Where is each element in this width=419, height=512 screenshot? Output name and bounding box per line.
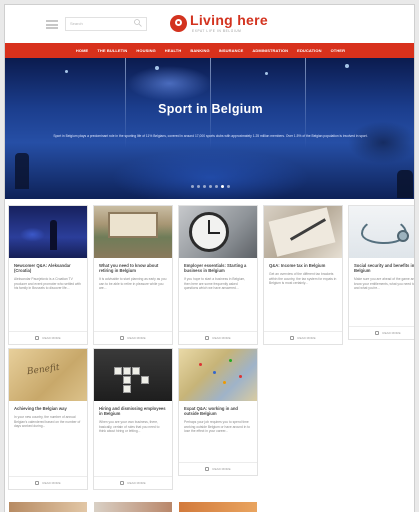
document-icon: [205, 467, 210, 471]
read-more-link[interactable]: READ MORE: [179, 331, 257, 344]
card-thumbnail-partial[interactable]: [179, 502, 257, 512]
card-description: When you are your own business, there, b…: [99, 420, 160, 434]
article-card[interactable]: Employer essentials: Starting a business…: [179, 206, 257, 344]
main-nav: HOME THE BULLETIN HOUSING HEALTH BANKING…: [5, 43, 414, 58]
card-title[interactable]: Expat Q&A: working in and outside Belgiu…: [184, 406, 252, 416]
article-card[interactable]: Hiring and dismissing employees in Belgi…: [94, 349, 172, 489]
card-thumbnail[interactable]: [94, 349, 172, 401]
read-more-label: READ MORE: [212, 467, 231, 471]
article-card[interactable]: Benefit Achieving the Belgian way In you…: [9, 349, 87, 489]
read-more-link[interactable]: READ MORE: [9, 331, 87, 344]
read-more-link[interactable]: READ MORE: [9, 476, 87, 489]
read-more-label: READ MORE: [127, 336, 146, 340]
card-description: In your new country, the number of annua…: [14, 415, 81, 429]
logo-icon[interactable]: [170, 15, 187, 32]
carousel-dot[interactable]: [191, 185, 194, 188]
read-more-label: READ MORE: [212, 336, 231, 340]
carousel-dot[interactable]: [215, 185, 218, 188]
logo-tagline: EXPAT LIFE IN BELGIUM: [192, 29, 242, 33]
card-description: Aleksandar Paunjelovic is a Croatian TV …: [14, 277, 81, 291]
nav-item-education[interactable]: EDUCATION: [297, 48, 321, 53]
carousel-dot[interactable]: [197, 185, 200, 188]
search-icon[interactable]: [133, 18, 143, 28]
nav-item-administration[interactable]: ADMINISTRATION: [252, 48, 288, 53]
document-icon: [290, 336, 295, 340]
carousel-dot[interactable]: [203, 185, 206, 188]
document-icon: [35, 336, 40, 340]
nav-item-other[interactable]: OTHER: [331, 48, 346, 53]
card-title[interactable]: Q&A: Income tax in Belgium: [269, 263, 337, 268]
hero-title[interactable]: Sport in Belgium: [5, 102, 414, 116]
read-more-label: READ MORE: [42, 481, 61, 485]
card-description: Perhaps your job requires you to spend t…: [184, 420, 250, 434]
card-description: It is advisable to start planning as ear…: [99, 277, 167, 291]
menu-icon[interactable]: [46, 20, 58, 29]
card-thumbnail[interactable]: [179, 206, 257, 258]
nav-item-insurance[interactable]: INSURANCE: [219, 48, 244, 53]
card-title[interactable]: Newcomer Q&A: Aleksandar (Croatia): [14, 263, 82, 273]
article-card[interactable]: Newcomer Q&A: Aleksandar (Croatia) Aleks…: [9, 206, 87, 344]
carousel-dot[interactable]: [209, 185, 212, 188]
hero-light: [155, 66, 159, 70]
site-header: Search Living here EXPAT LIFE IN BELGIUM: [5, 5, 414, 43]
hero-light: [345, 64, 349, 68]
card-thumbnail[interactable]: Benefit: [9, 349, 87, 401]
document-icon: [35, 481, 40, 485]
card-description: If you hope to start a business in Belgi…: [184, 277, 246, 291]
carousel-dot[interactable]: [227, 185, 230, 188]
card-thumbnail[interactable]: [9, 206, 87, 258]
hero-figure: [397, 170, 413, 198]
card-thumbnail-partial[interactable]: [94, 502, 172, 512]
card-thumbnail[interactable]: [264, 206, 342, 258]
nav-item-banking[interactable]: BANKING: [190, 48, 209, 53]
nav-item-bulletin[interactable]: THE BULLETIN: [97, 48, 127, 53]
read-more-link[interactable]: READ MORE: [94, 476, 172, 489]
read-more-link[interactable]: READ MORE: [349, 326, 414, 339]
read-more-link[interactable]: READ MORE: [94, 331, 172, 344]
nav-item-home[interactable]: HOME: [76, 48, 88, 53]
hero-light: [65, 70, 68, 73]
card-title[interactable]: Hiring and dismissing employees in Belgi…: [99, 406, 167, 416]
read-more-link[interactable]: READ MORE: [264, 331, 342, 344]
hero-light: [265, 72, 268, 75]
hero-description: Sport in Belgium plays a predominant rol…: [53, 134, 368, 138]
card-title[interactable]: What you need to know about retiring in …: [99, 263, 167, 273]
document-icon: [375, 331, 380, 335]
hero-figure: [15, 153, 29, 189]
card-description: Get an overview of the different tax bra…: [269, 272, 337, 286]
read-more-label: READ MORE: [42, 336, 61, 340]
read-more-label: READ MORE: [127, 481, 146, 485]
article-card[interactable]: Social security and benefits in Belgium …: [349, 206, 415, 339]
card-thumbnail-partial[interactable]: [9, 502, 87, 512]
card-thumbnail[interactable]: [94, 206, 172, 258]
nav-item-health[interactable]: HEALTH: [165, 48, 182, 53]
card-description: Make sure you are ahead of the game and …: [354, 277, 415, 291]
read-more-label: READ MORE: [297, 336, 316, 340]
page-frame: Search Living here EXPAT LIFE IN BELGIUM…: [4, 4, 415, 512]
carousel-dots: [5, 185, 414, 188]
logo-text[interactable]: Living here: [190, 12, 268, 28]
hero-banner[interactable]: Sport in Belgium Sport in Belgium plays …: [5, 58, 414, 199]
card-title[interactable]: Achieving the Belgian way: [14, 406, 82, 411]
nav-item-housing[interactable]: HOUSING: [136, 48, 155, 53]
read-more-label: READ MORE: [382, 331, 401, 335]
card-title[interactable]: Social security and benefits in Belgium: [354, 263, 414, 273]
document-icon: [120, 481, 125, 485]
document-icon: [205, 336, 210, 340]
carousel-dot-active[interactable]: [221, 185, 224, 188]
read-more-link[interactable]: READ MORE: [179, 462, 257, 475]
card-thumbnail[interactable]: [179, 349, 257, 401]
card-thumbnail[interactable]: [349, 206, 414, 258]
article-card[interactable]: What you need to know about retiring in …: [94, 206, 172, 344]
document-icon: [120, 336, 125, 340]
article-card[interactable]: Expat Q&A: working in and outside Belgiu…: [179, 349, 257, 475]
article-card[interactable]: Q&A: Income tax in Belgium Get an overvi…: [264, 206, 342, 344]
card-title[interactable]: Employer essentials: Starting a business…: [184, 263, 252, 273]
